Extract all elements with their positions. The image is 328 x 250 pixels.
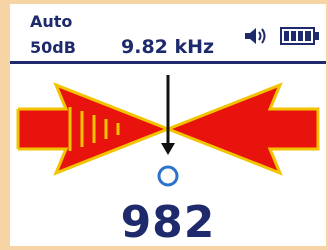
frequency-label: 9.82 kHz [121,36,215,58]
down-pointer-arrow [161,75,175,155]
signal-strength-reading: 982 [120,197,216,248]
battery-full-icon [280,27,319,45]
gain-label: 50dB [30,38,76,57]
display-screen: Auto 50dB 9.82 kHz 982 [10,4,326,248]
right-direction-arrow [163,82,320,176]
target-circle-icon [157,165,179,187]
status-bar: Auto 50dB 9.82 kHz [10,4,326,64]
mode-label: Auto [30,12,73,31]
locator-device: Auto 50dB 9.82 kHz 982 [0,0,328,250]
speaker-volume-icon [245,28,266,44]
